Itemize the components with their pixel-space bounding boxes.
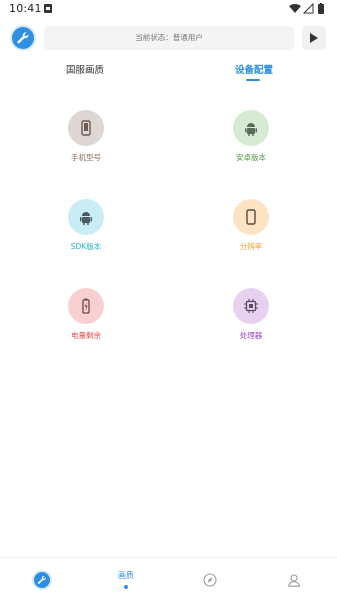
play-icon — [310, 33, 318, 43]
tab-bar: 国服画质 设备配置 — [0, 62, 337, 86]
grid-label-resolution: 分辨率 — [239, 242, 263, 251]
user-icon — [288, 574, 300, 587]
resolution-icon-circle — [233, 199, 269, 235]
android-icon-circle — [233, 110, 269, 146]
status-field: 当前状态：普通用户 — [44, 26, 294, 50]
active-tab-indicator — [246, 79, 260, 81]
grid-item-resolution[interactable]: 分辨率 — [206, 199, 296, 259]
phone-icon-circle — [68, 110, 104, 146]
status-bar: 10:41 — [0, 0, 337, 18]
nav-item-profile[interactable] — [274, 558, 314, 600]
wrench-icon — [17, 32, 29, 44]
grid-label-processor: 处理器 — [239, 331, 263, 340]
grid-item-sdk-version[interactable]: SDK版本 — [41, 199, 131, 259]
wrench-icon — [38, 576, 46, 584]
sdk-icon — [80, 212, 92, 225]
grid-label-phone-model: 手机型号 — [71, 153, 101, 162]
cpu-icon-circle — [233, 288, 269, 324]
run-button[interactable] — [302, 26, 326, 50]
phone-icon — [81, 120, 91, 136]
grid-item-phone-model[interactable]: 手机型号 — [41, 110, 131, 170]
status-icons — [289, 3, 324, 14]
compass-icon — [203, 573, 217, 587]
grid-item-android-version[interactable]: 安卓版本 — [206, 110, 296, 170]
sdk-icon-circle — [68, 199, 104, 235]
signal-icon — [302, 3, 314, 14]
top-row: 当前状态：普通用户 — [0, 24, 337, 52]
resolution-icon — [246, 209, 256, 225]
nav-label-quality: 画质 — [118, 571, 134, 580]
bottom-nav: 画质 — [0, 557, 337, 600]
nav-active-dot — [124, 585, 128, 589]
grid-item-processor[interactable]: 处理器 — [206, 288, 296, 348]
nav-item-quality[interactable]: 画质 — [106, 558, 146, 600]
status-text: 当前状态：普通用户 — [135, 33, 203, 42]
grid-item-battery-remaining[interactable]: 电量剩余 — [41, 288, 131, 348]
tool-button[interactable] — [12, 27, 34, 49]
notification-icon — [44, 4, 52, 13]
status-time: 10:41 — [9, 2, 42, 15]
nav-item-tools[interactable] — [22, 558, 62, 600]
cpu-icon — [244, 299, 258, 313]
tab-device-config[interactable]: 设备配置 — [235, 62, 273, 76]
grid-label-battery-remaining: 电量剩余 — [71, 331, 101, 340]
tab-national-quality[interactable]: 国服画质 — [66, 62, 104, 76]
nav-tools-circle — [34, 572, 50, 588]
wifi-icon — [289, 4, 301, 13]
grid-label-sdk-version: SDK版本 — [70, 242, 102, 251]
battery-icon-circle — [68, 288, 104, 324]
grid-label-android-version: 安卓版本 — [236, 153, 266, 162]
nav-item-discover[interactable] — [190, 558, 230, 600]
battery-status-icon — [318, 4, 324, 14]
android-icon — [245, 123, 257, 136]
battery-icon — [82, 298, 90, 314]
